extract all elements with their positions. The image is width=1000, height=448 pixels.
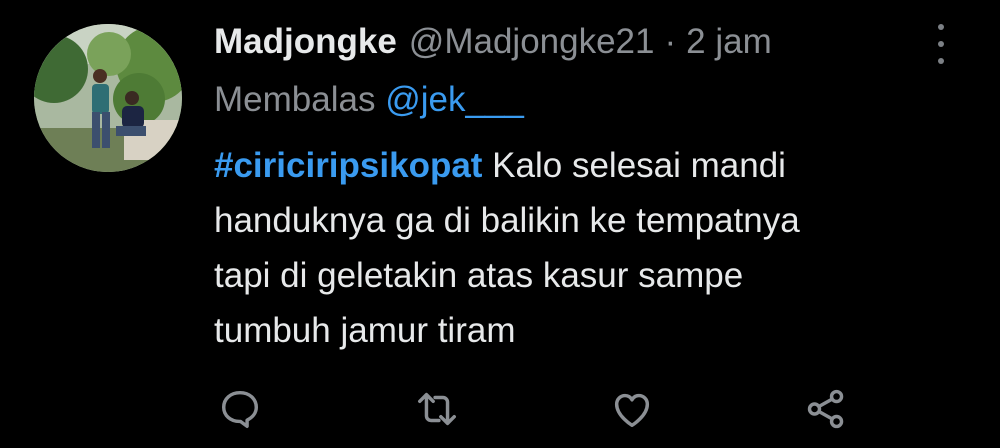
tweet-text-line: handuknya ga di balikin ke tempatnya — [214, 201, 800, 240]
user-handle[interactable]: @Madjongke21 — [409, 20, 655, 64]
tweet-actions — [0, 384, 1000, 434]
timestamp[interactable]: 2 jam — [686, 20, 772, 64]
retweet-icon — [418, 392, 456, 426]
avatar-photo — [34, 24, 182, 172]
reply-label: Membalas — [214, 80, 376, 119]
separator-dot: · — [664, 22, 677, 61]
tweet-text-line: tapi di geletakin atas kasur sampe — [214, 256, 744, 295]
tweet-text-segment: Kalo selesai mandi — [482, 146, 786, 185]
comment-icon — [221, 390, 259, 428]
reply-to-handle[interactable]: @jek___ — [385, 80, 524, 119]
more-dot — [938, 24, 944, 30]
more-dot — [938, 41, 944, 47]
more-dot — [938, 58, 944, 64]
retweet-button[interactable] — [412, 384, 462, 434]
hashtag-link[interactable]: #ciriciripsikopat — [214, 146, 482, 185]
tweet-header: Madjongke @Madjongke21 · 2 jam — [214, 20, 772, 64]
tweet-text: #ciriciripsikopat Kalo selesai mandi han… — [214, 138, 934, 358]
tweet-text-line: #ciriciripsikopat Kalo selesai mandi — [214, 138, 934, 193]
display-name[interactable]: Madjongke — [214, 20, 397, 64]
like-button[interactable] — [607, 384, 657, 434]
tweet-text-line: tumbuh jamur tiram — [214, 311, 516, 350]
tweet-card[interactable]: Madjongke @Madjongke21 · 2 jam Membalas … — [0, 0, 1000, 448]
reply-button[interactable] — [215, 384, 265, 434]
share-button[interactable] — [801, 384, 851, 434]
more-vertical-icon[interactable] — [930, 24, 952, 64]
heart-icon — [614, 393, 650, 428]
avatar[interactable] — [34, 24, 182, 172]
replying-to: Membalas @jek___ — [214, 78, 524, 122]
share-icon — [807, 389, 844, 429]
